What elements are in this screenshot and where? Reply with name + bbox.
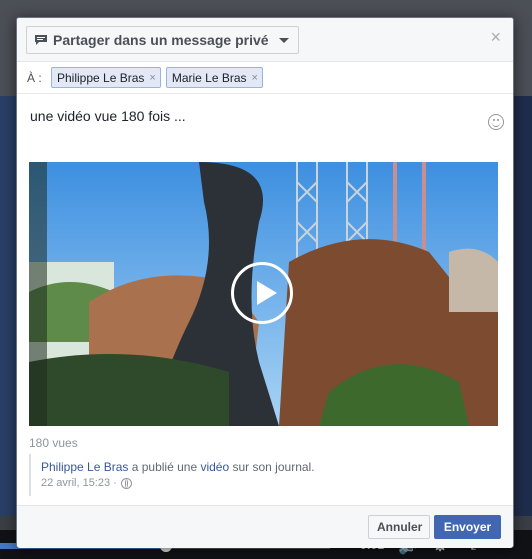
video-preview[interactable] — [29, 162, 498, 426]
send-button[interactable]: Envoyer — [434, 515, 501, 539]
recipients-field[interactable]: À : Philippe Le Bras × Marie Le Bras × — [17, 62, 513, 94]
globe-icon — [120, 477, 132, 489]
recipient-name: Philippe Le Bras — [57, 70, 145, 85]
share-target-label: Partager dans un message privé — [53, 32, 269, 48]
play-icon — [257, 281, 277, 305]
play-button[interactable] — [231, 262, 293, 324]
remove-recipient-icon[interactable]: × — [252, 72, 258, 84]
attribution-action: a publié une — [131, 460, 198, 474]
dialog-footer: Annuler Envoyer — [17, 505, 513, 548]
smiley-icon[interactable] — [488, 114, 504, 130]
view-count: 180 vues — [29, 436, 78, 450]
post-meta: 22 avril, 15:23 · — [41, 477, 498, 489]
close-icon[interactable]: × — [490, 28, 501, 46]
post-timestamp[interactable]: 22 avril, 15:23 · — [41, 477, 117, 489]
video-link[interactable]: vidéo — [200, 460, 229, 474]
message-icon — [34, 34, 48, 46]
cancel-button[interactable]: Annuler — [368, 515, 430, 539]
share-dialog: Partager dans un message privé × À : Phi… — [16, 17, 514, 548]
message-input[interactable]: une vidéo vue 180 fois ... — [30, 108, 186, 124]
attribution-line: Philippe Le Bras a publié une vidéo sur … — [41, 460, 498, 474]
chevron-down-icon — [278, 37, 289, 43]
to-label: À : — [27, 70, 42, 85]
background-right-panel — [512, 96, 532, 516]
share-target-dropdown[interactable]: Partager dans un message privé — [26, 26, 299, 54]
remove-recipient-icon[interactable]: × — [149, 72, 155, 84]
recipient-token: Marie Le Bras × — [165, 67, 263, 88]
author-link[interactable]: Philippe Le Bras — [41, 460, 128, 474]
dialog-header: Partager dans un message privé × — [17, 18, 513, 62]
recipient-token: Philippe Le Bras × — [51, 67, 161, 88]
recipient-name: Marie Le Bras — [171, 70, 247, 85]
attribution-suffix: sur son journal. — [232, 460, 315, 474]
post-attribution: Philippe Le Bras a publié une vidéo sur … — [29, 454, 498, 496]
background-left-panel — [0, 96, 16, 516]
